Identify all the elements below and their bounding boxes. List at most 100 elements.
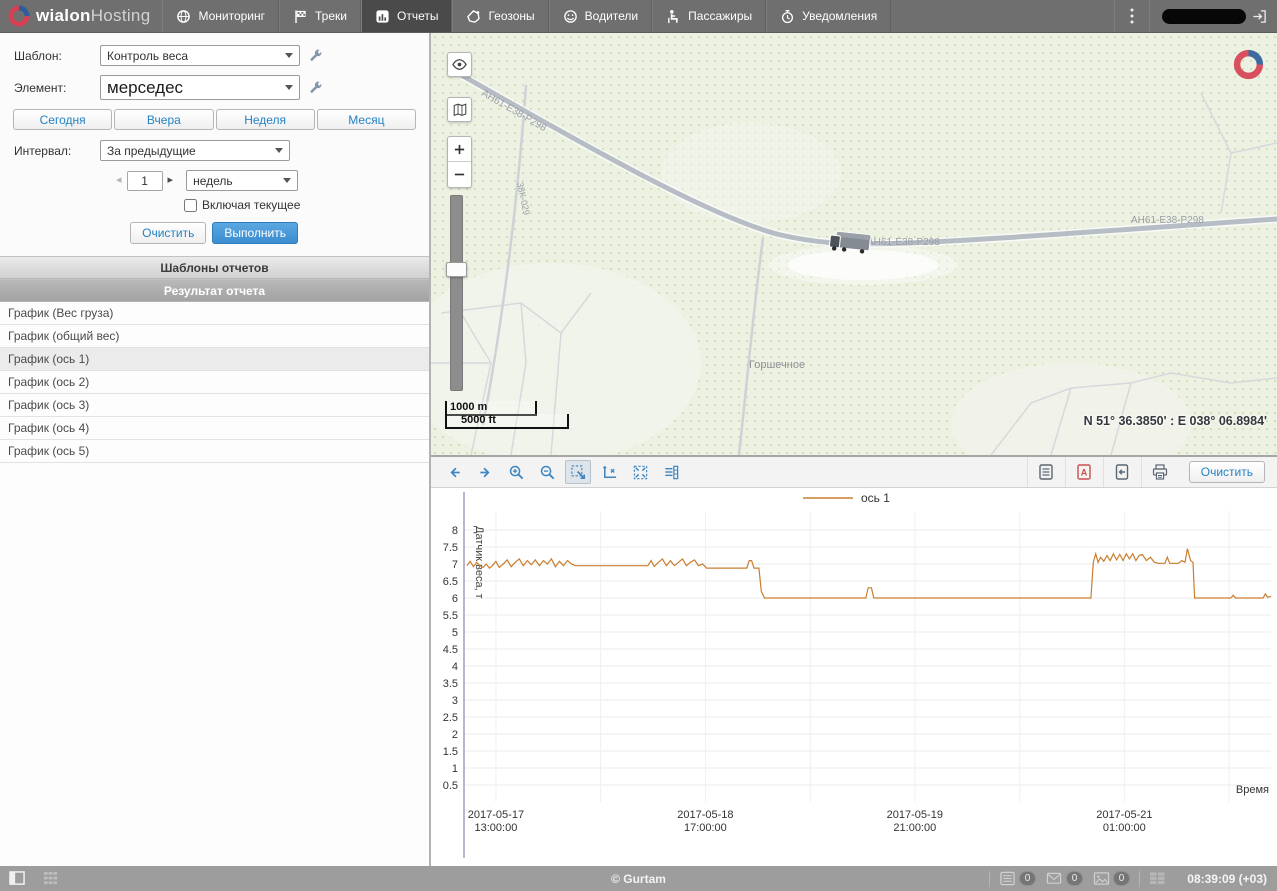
- unit-settings-button[interactable]: [309, 81, 323, 95]
- report-result-item[interactable]: График (ось 4): [0, 417, 429, 440]
- svg-text:2017-05-1921:00:00: 2017-05-1921:00:00: [887, 809, 943, 834]
- eye-icon: [451, 56, 468, 73]
- svg-text:6.5: 6.5: [443, 576, 458, 588]
- nav-tabs: МониторингТреки Отчеты ГеозоныВодителиПасс…: [162, 0, 891, 32]
- nav-tab-label: Отчеты: [397, 9, 438, 23]
- report-result-item[interactable]: График (Вес груза): [0, 302, 429, 325]
- svg-text:5.5: 5.5: [443, 610, 458, 622]
- svg-text:5: 5: [452, 627, 458, 639]
- zoom-select-icon: [570, 464, 587, 481]
- pdf-icon: A: [1075, 463, 1093, 481]
- logo-text-secondary: Hosting: [91, 6, 151, 26]
- nav-tab-flag[interactable]: Треки: [279, 0, 361, 32]
- user-name-redacted: [1162, 9, 1246, 24]
- svg-text:2017-05-1713:00:00: 2017-05-1713:00:00: [468, 809, 524, 834]
- report-form: Шаблон: Контроль веса Элемент: мерседес …: [0, 33, 429, 256]
- zoom-fit-icon: [632, 464, 649, 481]
- chevron-down-icon: [275, 148, 283, 153]
- zoom-in-button[interactable]: [448, 137, 471, 162]
- arrow-left-tool[interactable]: [441, 460, 467, 484]
- jobs-counter[interactable]: 0: [999, 871, 1036, 886]
- sidebar-toggle-button[interactable]: [9, 871, 26, 886]
- user-menu[interactable]: [1149, 0, 1277, 32]
- execute-button[interactable]: Выполнить: [212, 222, 298, 244]
- export-file-icon: [1113, 463, 1131, 481]
- templates-section-header[interactable]: Шаблоны отчетов: [0, 256, 429, 279]
- legend-toggle-icon: [663, 464, 680, 481]
- apps-grid-button[interactable]: [43, 871, 58, 886]
- interval-decrement-button[interactable]: ◂: [116, 175, 122, 186]
- interval-count-input[interactable]: [127, 171, 163, 191]
- report-icon: [375, 9, 390, 24]
- visibility-button[interactable]: [447, 52, 472, 77]
- svg-text:2017-05-2101:00:00: 2017-05-2101:00:00: [1096, 809, 1152, 834]
- chart-export-tools: A: [1027, 457, 1179, 487]
- svg-text:Датчик веса, т: Датчик веса, т: [473, 526, 485, 599]
- messages-icon: [1046, 871, 1063, 886]
- report-result-item[interactable]: График (ось 3): [0, 394, 429, 417]
- nav-tab-report[interactable]: Отчеты: [361, 0, 452, 32]
- x-axis-title: Время: [1236, 784, 1269, 796]
- export-file-export-button[interactable]: [1103, 457, 1141, 487]
- nav-tab-geofence[interactable]: Геозоны: [452, 0, 548, 32]
- unit-select[interactable]: мерседес: [100, 75, 300, 100]
- interval-unit-select[interactable]: недель: [186, 170, 298, 191]
- svg-text:8: 8: [452, 525, 458, 537]
- quick-range-button-2[interactable]: Неделя: [216, 109, 315, 130]
- zoom-fit-tool[interactable]: [627, 460, 653, 484]
- wialon-logo-icon: [8, 5, 30, 27]
- zoom-select-tool[interactable]: [565, 460, 591, 484]
- report-result-item[interactable]: График (ось 5): [0, 440, 429, 463]
- jobs-icon: [999, 871, 1016, 886]
- result-section-header[interactable]: Результат отчета: [0, 279, 429, 302]
- cursor-coordinates: N 51° 36.3850' : E 038° 06.8984': [1084, 414, 1267, 428]
- map-layers-button[interactable]: [447, 97, 472, 122]
- print-export-button[interactable]: [1141, 457, 1179, 487]
- quick-range-button-0[interactable]: Сегодня: [13, 109, 112, 130]
- report-chart[interactable]: 0.511.522.533.544.555.566.577.58Датчик в…: [431, 488, 1277, 864]
- messages-counter[interactable]: 0: [1046, 871, 1083, 886]
- report-result-item[interactable]: График (ось 1): [0, 348, 429, 371]
- zoom-slider-handle[interactable]: [446, 262, 467, 277]
- chart-clear-button[interactable]: Очистить: [1189, 461, 1265, 483]
- template-select[interactable]: Контроль веса: [100, 45, 300, 66]
- report-result-item[interactable]: График (общий вес): [0, 325, 429, 348]
- nav-tab-alarm[interactable]: Уведомления: [766, 0, 891, 32]
- interval-select[interactable]: За предыдущие: [100, 140, 290, 161]
- media-counter[interactable]: 0: [1093, 871, 1130, 886]
- svg-text:4: 4: [452, 661, 458, 673]
- quick-range-button-3[interactable]: Месяц: [317, 109, 416, 130]
- map-panel[interactable]: АН61-E38-Р298 38К-029 АН61-E38-Р298 АН61…: [431, 33, 1277, 455]
- nav-tab-globe[interactable]: Мониторинг: [162, 0, 279, 32]
- clear-form-button[interactable]: Очистить: [130, 222, 206, 244]
- svg-text:1: 1: [452, 763, 458, 775]
- zoom-reset-axis-tool[interactable]: [596, 460, 622, 484]
- zoom-slider-track[interactable]: [450, 195, 463, 391]
- template-settings-button[interactable]: [309, 49, 323, 63]
- include-current-checkbox[interactable]: [184, 199, 197, 212]
- svg-text:3: 3: [452, 695, 458, 707]
- excel-export-button[interactable]: [1027, 457, 1065, 487]
- svg-text:2: 2: [452, 729, 458, 741]
- table-view-button[interactable]: [1149, 871, 1166, 886]
- quick-range-button-1[interactable]: Вчера: [114, 109, 213, 130]
- report-result-item[interactable]: График (ось 2): [0, 371, 429, 394]
- map-canvas: АН61-E38-Р298 38К-029 АН61-E38-Р298 АН61…: [431, 33, 1277, 455]
- nav-tab-driver[interactable]: Водители: [549, 0, 652, 32]
- chart-toolbar: A Очистить: [431, 457, 1277, 488]
- interval-label: Интервал:: [14, 144, 100, 158]
- scale-imperial: 5000 ft: [445, 414, 569, 429]
- zoom-in-tool[interactable]: [503, 460, 529, 484]
- zoom-out-tool[interactable]: [534, 460, 560, 484]
- arrow-right-tool[interactable]: [472, 460, 498, 484]
- svg-text:A: A: [1081, 468, 1088, 478]
- logout-icon[interactable]: [1252, 9, 1267, 24]
- pdf-export-button[interactable]: A: [1065, 457, 1103, 487]
- zoom-out-button[interactable]: [448, 162, 471, 187]
- interval-increment-button[interactable]: ▸: [168, 175, 174, 186]
- legend-toggle-tool[interactable]: [658, 460, 684, 484]
- map-layers-icon: [452, 102, 468, 118]
- nav-tab-passenger[interactable]: Пассажиры: [652, 0, 766, 32]
- overflow-menu-button[interactable]: [1114, 0, 1149, 32]
- arrow-right-icon: [477, 464, 494, 481]
